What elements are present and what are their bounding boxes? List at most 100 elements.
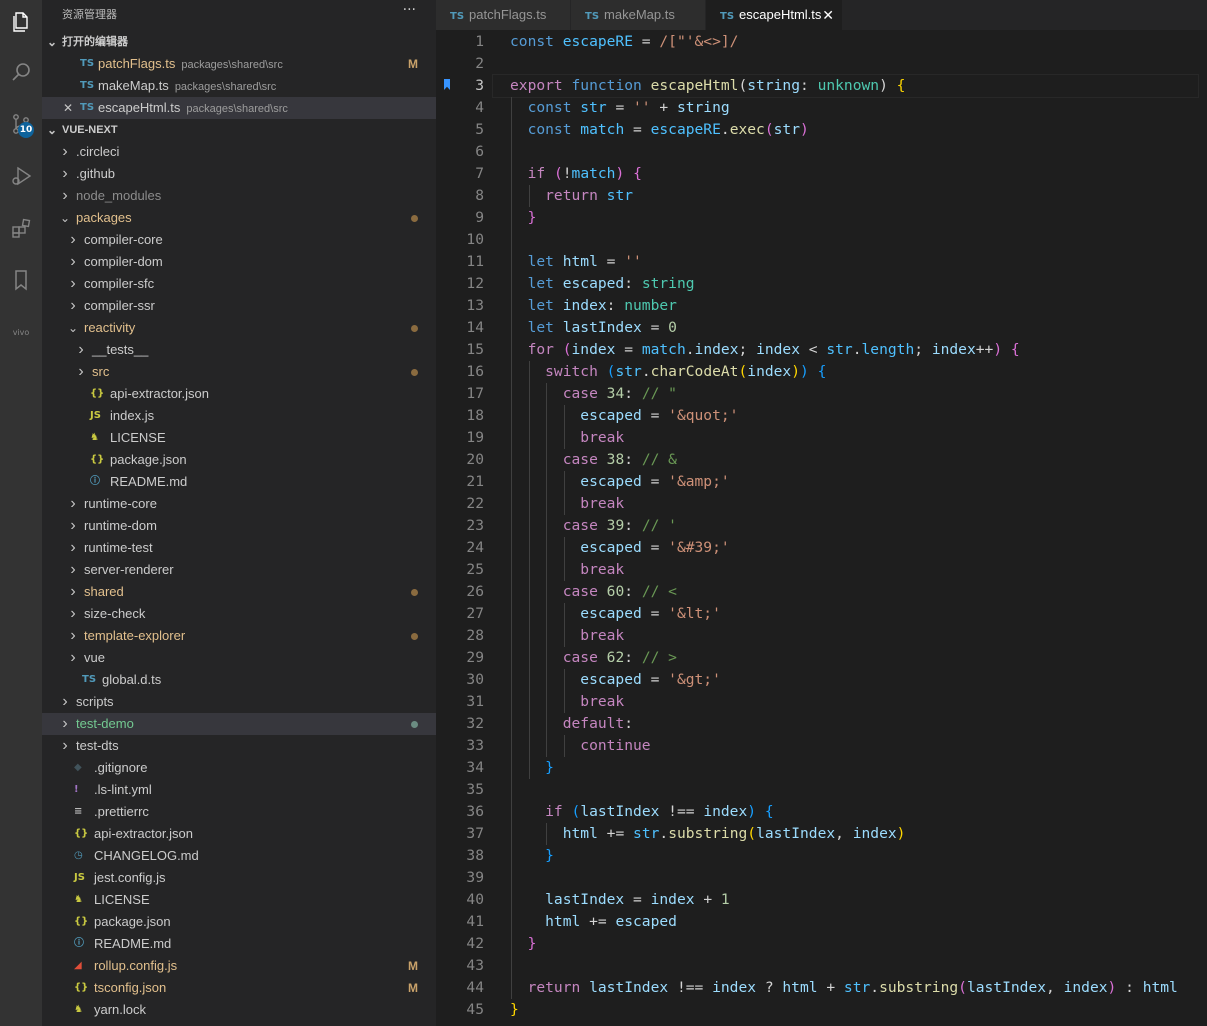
tab-makemap-ts[interactable]: TS makeMap.ts	[571, 0, 706, 30]
tree-folder[interactable]: › .circleci	[42, 141, 436, 163]
code-token: .	[852, 341, 862, 358]
line-number: 4	[475, 99, 484, 116]
tree-folder[interactable]: › runtime-core	[42, 493, 436, 515]
tree-folder[interactable]: › runtime-dom	[42, 515, 436, 537]
code-token: const	[510, 33, 563, 50]
tree-file[interactable]: ◆ .gitignore	[42, 757, 436, 779]
project-header[interactable]: ⌄ VUE-NEXT	[42, 119, 436, 141]
code-token: /["'&<>]/	[659, 33, 739, 50]
tree-folder[interactable]: › compiler-ssr	[42, 295, 436, 317]
tree-folder[interactable]: › template-explorer	[42, 625, 436, 647]
tree-folder[interactable]: › compiler-sfc	[42, 273, 436, 295]
tree-file[interactable]: {} tsconfig.json M	[42, 977, 436, 999]
tree-folder[interactable]: › test-dts	[42, 735, 436, 757]
code-line: 33 continue	[436, 735, 1207, 757]
tree-folder[interactable]: › server-renderer	[42, 559, 436, 581]
tree-file[interactable]: ! .ls-lint.yml	[42, 779, 436, 801]
code-token: index	[703, 803, 748, 820]
current-line-highlight	[492, 74, 1199, 98]
tree-file[interactable]: ⓘ README.md	[42, 933, 436, 955]
code-token: switch	[510, 363, 607, 380]
code-text: }	[510, 207, 537, 229]
tree-file[interactable]: {} api-extractor.json	[42, 383, 436, 405]
line-number: 22	[466, 495, 484, 512]
code-token: return	[510, 979, 590, 996]
tree-label: .prettierrc	[94, 804, 149, 819]
tree-file[interactable]: TS global.d.ts	[42, 669, 436, 691]
code-token: for	[510, 341, 563, 358]
more-actions-icon[interactable]: ···	[403, 2, 416, 18]
indent-guide	[563, 735, 565, 757]
open-editor-item[interactable]: TS patchFlags.ts packages\shared\src M	[42, 53, 436, 75]
code-token: break	[510, 627, 625, 644]
close-icon[interactable]: ✕	[822, 0, 834, 30]
tree-file[interactable]: ◷ CHANGELOG.md	[42, 845, 436, 867]
code-line: 31 break	[436, 691, 1207, 713]
tree-file[interactable]: {} package.json	[42, 449, 436, 471]
tree-file[interactable]: ♞ LICENSE	[42, 427, 436, 449]
tree-folder[interactable]: › test-demo	[42, 713, 436, 735]
tree-folder[interactable]: › runtime-test	[42, 537, 436, 559]
code-token: const	[510, 121, 581, 138]
tree-folder[interactable]: › size-check	[42, 603, 436, 625]
file-type-icon: ≡	[74, 806, 83, 817]
tree-folder[interactable]: › shared	[42, 581, 436, 603]
tree-folder[interactable]: › scripts	[42, 691, 436, 713]
code-line: 13 let index: number	[436, 295, 1207, 317]
code-token: )	[896, 825, 906, 842]
extensions-icon[interactable]	[0, 206, 42, 250]
code-token: 38	[606, 451, 625, 468]
code-token: escaped	[510, 539, 642, 556]
code-editor[interactable]: 1 const escapeRE = /["'&<>]/2 3 export func…	[436, 30, 1207, 1026]
tree-folder[interactable]: › compiler-core	[42, 229, 436, 251]
tree-file[interactable]: JS index.js	[42, 405, 436, 427]
tree-file[interactable]: ⓘ README.md	[42, 471, 436, 493]
code-line: 37 html += str.substring(lastIndex, inde…	[436, 823, 1207, 845]
tree-folder[interactable]: ⌄ reactivity	[42, 317, 436, 339]
code-token: ;	[914, 341, 932, 358]
tree-folder[interactable]: › node_modules	[42, 185, 436, 207]
line-number: 1	[475, 33, 484, 50]
source-control-icon[interactable]: 10	[0, 102, 42, 146]
vivo-icon[interactable]: vivo	[0, 310, 42, 354]
tab-label: escapeHtml.ts	[739, 7, 822, 22]
code-line: 17 case 34: // "	[436, 383, 1207, 405]
explorer-icon[interactable]	[0, 0, 42, 44]
code-token: case	[510, 385, 607, 402]
open-editor-item[interactable]: TS makeMap.ts packages\shared\src	[42, 75, 436, 97]
tree-file[interactable]: {} package.json	[42, 911, 436, 933]
tree-folder[interactable]: › vue	[42, 647, 436, 669]
tree-file[interactable]: ◢ rollup.config.js M	[42, 955, 436, 977]
code-text: break	[510, 493, 624, 515]
typescript-file-icon: TS	[80, 58, 95, 69]
tree-folder[interactable]: › .github	[42, 163, 436, 185]
tab-patchflags-ts[interactable]: TS patchFlags.ts	[436, 0, 571, 30]
tree-file[interactable]: {} api-extractor.json	[42, 823, 436, 845]
code-token: (	[764, 121, 774, 138]
tree-folder[interactable]: ⌄ packages	[42, 207, 436, 229]
search-icon[interactable]	[0, 50, 42, 94]
bookmarks-icon[interactable]	[0, 258, 42, 302]
tree-label: package.json	[110, 452, 187, 467]
file-type-icon: JS	[74, 872, 85, 883]
tree-file[interactable]: ♞ yarn.lock	[42, 999, 436, 1021]
code-token: :	[624, 451, 642, 468]
tree-label: packages	[76, 210, 132, 225]
tree-label: index.js	[110, 408, 155, 423]
tab-escapehtml-ts[interactable]: TS escapeHtml.ts ✕	[706, 0, 843, 30]
line-number: 2	[475, 55, 484, 72]
tree-file[interactable]: ≡ .prettierrc	[42, 801, 436, 823]
tree-folder[interactable]: › compiler-dom	[42, 251, 436, 273]
code-text: let escaped: string	[510, 273, 695, 295]
tree-folder[interactable]: › __tests__	[42, 339, 436, 361]
tree-folder[interactable]: › src	[42, 361, 436, 383]
tree-file[interactable]: JS jest.config.js	[42, 867, 436, 889]
open-editors-header[interactable]: ⌄ 打开的编辑器	[42, 31, 436, 53]
run-debug-icon[interactable]	[0, 154, 42, 198]
open-editor-item[interactable]: ✕ TS escapeHtml.ts packages\shared\src	[42, 97, 436, 119]
tree-file[interactable]: ♞ LICENSE	[42, 889, 436, 911]
code-token: lastIndex	[589, 979, 669, 996]
vivo-label: vivo	[12, 327, 30, 337]
tree-label: CHANGELOG.md	[94, 848, 199, 863]
close-icon[interactable]: ✕	[63, 97, 73, 119]
